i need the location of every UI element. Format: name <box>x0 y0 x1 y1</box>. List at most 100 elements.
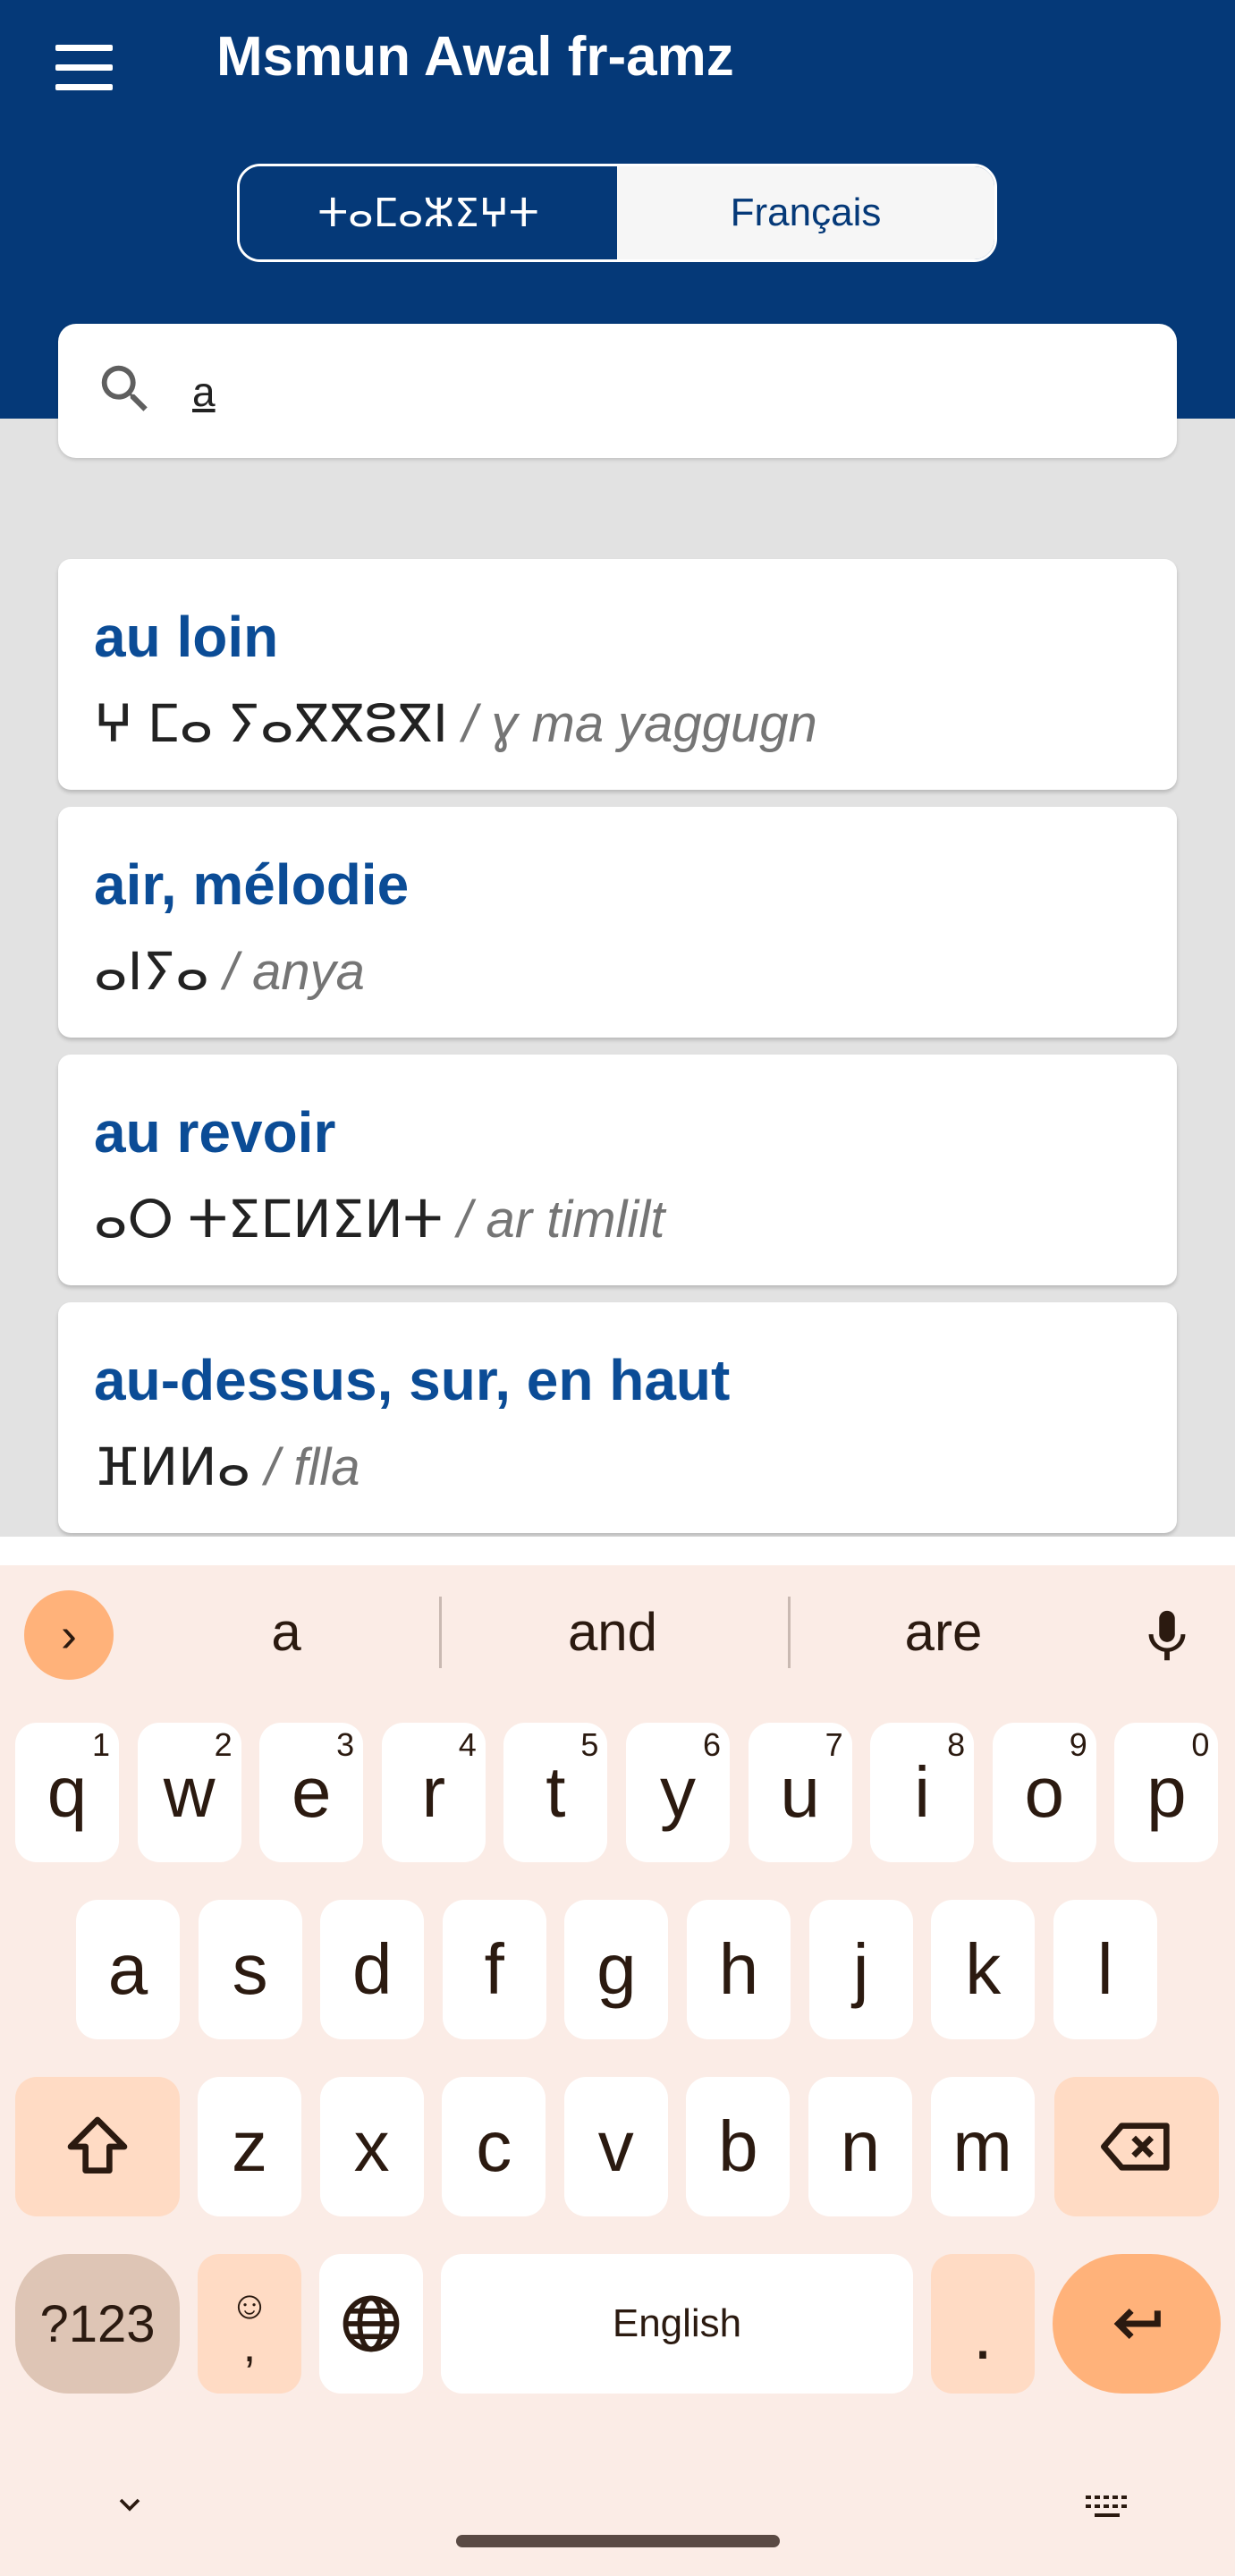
key-label: f <box>484 1929 504 2009</box>
key-label: r <box>421 1752 446 1832</box>
key-label: t <box>546 1752 566 1832</box>
result-latin: / anya <box>208 943 365 1001</box>
hide-keyboard-chevron-icon[interactable] <box>107 2487 152 2522</box>
key-label: l <box>1096 1929 1113 2009</box>
key-u[interactable]: u7 <box>748 1723 852 1862</box>
key-x[interactable]: x <box>319 2077 424 2216</box>
result-latin: / ɣ ma yaggugn <box>447 695 817 753</box>
key-i[interactable]: i8 <box>870 1723 975 1862</box>
suggestions-expand-button[interactable]: › <box>24 1590 114 1680</box>
suggestion[interactable]: a <box>233 1601 340 1663</box>
result-translation: ⴼⵍⵍⴰ / flla <box>94 1436 360 1497</box>
result-french: au revoir <box>94 1100 336 1165</box>
key-e[interactable]: e3 <box>259 1723 364 1862</box>
key-label: b <box>718 2106 758 2186</box>
hamburger-line <box>55 84 113 90</box>
suggestion[interactable]: are <box>859 1601 1028 1663</box>
shift-icon <box>67 2116 128 2174</box>
chevron-right-icon: › <box>61 1608 77 1662</box>
key-label: e <box>291 1752 332 1832</box>
toggle-tamazight[interactable]: ⵜⴰⵎⴰⵣⵉⵖⵜ <box>240 166 617 259</box>
key-l[interactable]: l <box>1053 1900 1157 2039</box>
keyboard-top-divider <box>0 1537 1235 1565</box>
key-label: v <box>597 2106 634 2186</box>
key-label: n <box>840 2106 881 2186</box>
period-key[interactable]: . <box>931 2254 1035 2394</box>
key-f[interactable]: f <box>442 1900 546 2039</box>
key-label: d <box>351 1929 393 2009</box>
keyboard-switch-icon[interactable] <box>1082 2490 1136 2526</box>
result-translation: ⴰⵔ ⵜⵉⵎⵍⵉⵍⵜ / ar timlilt <box>94 1189 664 1250</box>
comma-label: , <box>242 2320 257 2372</box>
key-t[interactable]: t5 <box>503 1723 608 1862</box>
key-number-hint: 1 <box>91 1726 110 1763</box>
key-b[interactable]: b <box>686 2077 791 2216</box>
key-p[interactable]: p0 <box>1114 1723 1219 1862</box>
key-g[interactable]: g <box>564 1900 669 2039</box>
key-c[interactable]: c <box>442 2077 546 2216</box>
result-item[interactable]: au loin ⵖ ⵎⴰ ⵢⴰⴳⴳⵓⴳⵏ / ɣ ma yaggugn <box>58 559 1177 790</box>
result-translation: ⵖ ⵎⴰ ⵢⴰⴳⴳⵓⴳⵏ / ɣ ma yaggugn <box>94 693 817 754</box>
key-z[interactable]: z <box>198 2077 301 2216</box>
key-label: z <box>232 2106 267 2186</box>
key-h[interactable]: h <box>687 1900 791 2039</box>
key-label: y <box>660 1752 696 1832</box>
result-latin: / flla <box>250 1438 360 1496</box>
key-a[interactable]: a <box>76 1900 180 2039</box>
key-label: i <box>914 1752 931 1832</box>
result-latin: / ar timlilt <box>443 1191 665 1249</box>
key-label: w <box>163 1752 216 1832</box>
result-item[interactable]: au revoir ⴰⵔ ⵜⵉⵎⵍⵉⵍⵜ / ar timlilt <box>58 1055 1177 1285</box>
key-m[interactable]: m <box>930 2077 1035 2216</box>
key-number-hint: 8 <box>947 1726 966 1763</box>
key-k[interactable]: k <box>931 1900 1036 2039</box>
key-number-hint: 3 <box>336 1726 355 1763</box>
key-v[interactable]: v <box>563 2077 668 2216</box>
emoji-comma-key[interactable]: ☺ , <box>198 2254 301 2394</box>
key-label: k <box>965 1929 1002 2009</box>
key-label: o <box>1024 1752 1065 1832</box>
key-n[interactable]: n <box>808 2077 912 2216</box>
language-toggle: ⵜⴰⵎⴰⵣⵉⵖⵜ Français <box>237 164 997 262</box>
search-icon[interactable] <box>94 358 156 420</box>
symbols-key[interactable]: ?123 <box>15 2254 180 2394</box>
backspace-key[interactable] <box>1054 2077 1219 2216</box>
key-number-hint: 6 <box>702 1726 721 1763</box>
menu-button[interactable] <box>48 32 120 104</box>
result-item[interactable]: air, mélodie ⴰⵏⵢⴰ / anya <box>58 807 1177 1038</box>
key-w[interactable]: w2 <box>137 1723 241 1862</box>
result-item[interactable]: au-dessus, sur, en haut ⴼⵍⵍⴰ / flla <box>58 1302 1177 1533</box>
shift-key[interactable] <box>15 2077 180 2216</box>
suggestion[interactable]: and <box>519 1601 706 1663</box>
key-o[interactable]: o9 <box>992 1723 1096 1862</box>
result-french: au loin <box>94 605 279 669</box>
key-j[interactable]: j <box>808 1900 913 2039</box>
result-tifinagh: ⵖ ⵎⴰ ⵢⴰⴳⴳⵓⴳⵏ <box>94 695 448 753</box>
key-number-hint: 5 <box>580 1726 599 1763</box>
key-label: c <box>476 2106 512 2186</box>
toggle-francais[interactable]: Français <box>617 166 994 259</box>
suggestion-divider <box>439 1597 442 1668</box>
key-label: q <box>47 1752 88 1832</box>
key-label: m <box>952 2106 1012 2186</box>
key-number-hint: 2 <box>214 1726 233 1763</box>
language-switch-key[interactable] <box>319 2254 423 2394</box>
search-input[interactable] <box>190 360 1133 424</box>
key-label: x <box>353 2106 390 2186</box>
result-translation: ⴰⵏⵢⴰ / anya <box>94 941 365 1002</box>
key-label: p <box>1146 1752 1187 1832</box>
key-label: h <box>718 1929 759 2009</box>
hamburger-line <box>55 64 113 71</box>
home-indicator[interactable] <box>456 2535 780 2547</box>
key-d[interactable]: d <box>320 1900 425 2039</box>
suggestion-divider <box>788 1597 791 1668</box>
key-r[interactable]: r4 <box>381 1723 486 1862</box>
key-y[interactable]: y6 <box>626 1723 730 1862</box>
key-s[interactable]: s <box>198 1900 302 2039</box>
enter-key[interactable] <box>1053 2254 1221 2394</box>
key-q[interactable]: q1 <box>15 1723 119 1862</box>
key-number-hint: 9 <box>1069 1726 1087 1763</box>
enter-icon <box>1113 2308 1161 2340</box>
space-key[interactable]: English <box>441 2254 913 2394</box>
microphone-icon[interactable] <box>1136 1601 1198 1673</box>
